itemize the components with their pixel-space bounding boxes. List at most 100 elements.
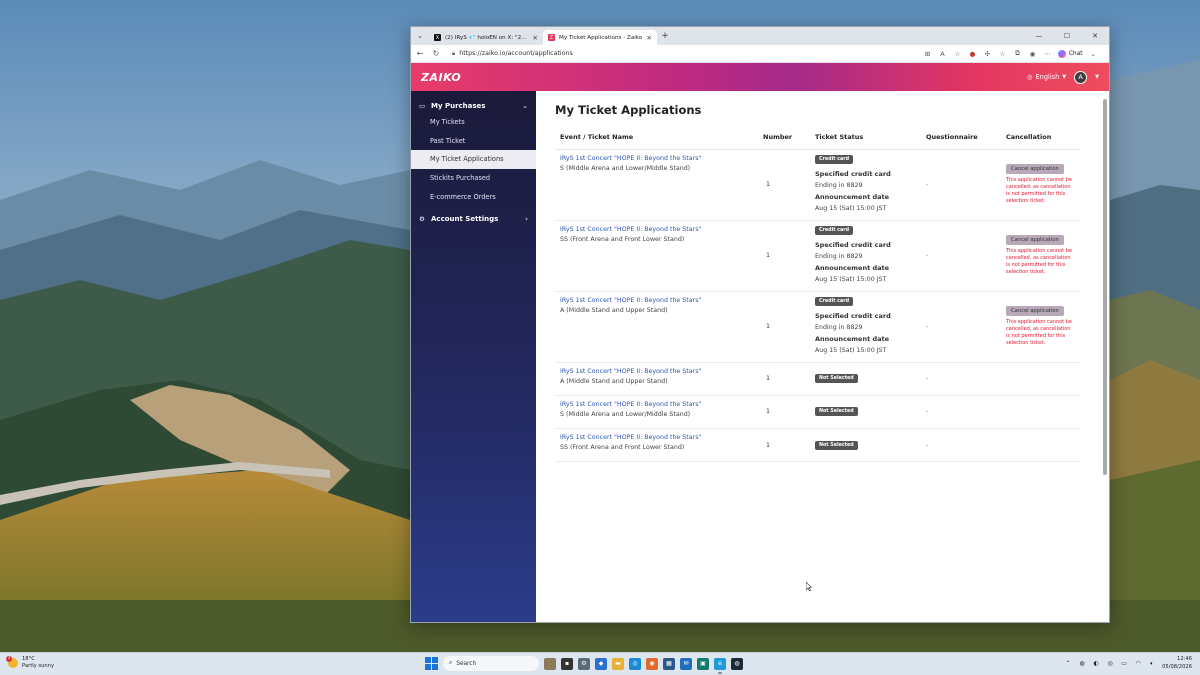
chevron-down-icon[interactable]: ▼	[1095, 74, 1099, 80]
steam-tray-icon[interactable]: ◍	[1078, 660, 1086, 668]
back-icon[interactable]: ←	[415, 49, 425, 58]
event-link[interactable]: IRyS 1st Concert "HOPE II: Beyond the St…	[560, 226, 753, 233]
outlook-icon[interactable]: ✉	[680, 657, 692, 670]
read-aloud-icon[interactable]: A	[938, 49, 947, 58]
questionnaire-value: -	[921, 149, 1001, 221]
firefox-icon[interactable]: ◉	[646, 657, 658, 670]
weather-temp: 18°C	[22, 656, 35, 662]
status-badge: Not Selected	[815, 407, 858, 417]
notification-count: 1	[6, 656, 12, 662]
photos-icon[interactable]: ◆	[595, 657, 607, 670]
ticket-name: SS (Front Arena and Front Lower Stand)	[560, 235, 685, 243]
tab-zaiko-applications[interactable]: Z My Ticket Applications - Zaiko ✕	[543, 30, 657, 45]
clock-date: 05/08/2026	[1162, 663, 1192, 670]
collections-icon[interactable]: ⧉	[1013, 49, 1022, 58]
avatar[interactable]: A	[1074, 70, 1088, 84]
new-tab-icon[interactable]: +	[657, 31, 673, 41]
table-row: IRyS 1st Concert "HOPE II: Beyond the St…	[555, 362, 1080, 396]
favorite-star-icon[interactable]: ☆	[953, 49, 962, 58]
event-link[interactable]: IRyS 1st Concert "HOPE II: Beyond the St…	[560, 155, 753, 162]
cancel-note: This application cannot be cancelled, as…	[1006, 177, 1072, 204]
calculator-icon[interactable]: ▦	[663, 657, 675, 670]
display-icon[interactable]: ▭	[1120, 660, 1128, 668]
profile-icon[interactable]: ◉	[1028, 49, 1037, 58]
zaiko-logo[interactable]: ZAIKO	[421, 71, 461, 84]
tab-actions-menu-icon[interactable]: ⌄	[411, 32, 429, 40]
steam-icon[interactable]: ◍	[731, 657, 743, 670]
sidebar-item-stickits-purchased[interactable]: Stickits Purchased	[411, 169, 536, 188]
tab-title: (2) IRyS 💎 holoEN on X: "2ND RO	[445, 34, 529, 41]
table-row: IRyS 1st Concert "HOPE II: Beyond the St…	[555, 149, 1080, 221]
ticket-name: A (Middle Stand and Upper Stand)	[560, 306, 668, 314]
cancel-application-button[interactable]: Cancel application	[1006, 306, 1064, 316]
ticket-name: S (Middle Arena and Lower/Middle Stand)	[560, 410, 691, 418]
clock-time: 12:46	[1177, 656, 1192, 662]
clock[interactable]: 12:46 05/08/2026	[1162, 656, 1192, 671]
refresh-icon[interactable]: ↻	[431, 49, 441, 58]
sidebar-group-label: My Purchases	[431, 102, 486, 110]
ticket-number: 1	[758, 291, 810, 363]
volume-icon[interactable]: 🔈︎	[1148, 660, 1156, 668]
card-label: Specified credit card	[815, 169, 891, 178]
maximize-icon[interactable]: ☐	[1053, 27, 1081, 45]
event-link[interactable]: IRyS 1st Concert "HOPE II: Beyond the St…	[560, 297, 753, 304]
scrollbar-thumb[interactable]	[1103, 99, 1107, 475]
close-window-icon[interactable]: ✕	[1081, 27, 1109, 45]
copilot-icon	[1058, 49, 1066, 58]
browser-window: ⌄ X (2) IRyS 💎 holoEN on X: "2ND RO ✕ Z …	[410, 26, 1110, 623]
column-header: Cancellation	[1001, 125, 1080, 150]
card-label: Specified credit card	[815, 240, 891, 249]
extensions-puzzle-icon[interactable]: ✣	[983, 49, 992, 58]
copilot-chat-button[interactable]: Chat	[1058, 49, 1083, 58]
favorites-icon[interactable]: ☆	[998, 49, 1007, 58]
sidebar-item-past-ticket[interactable]: Past Ticket	[411, 132, 536, 151]
task-view-icon[interactable]: ▪	[561, 657, 573, 670]
taskbar-apps: ⌕ Search ▪ ⚙ ◆ ▬ ◎ ◉ ▦ ✉ ▣ e ◍	[425, 656, 743, 674]
file-explorer-icon[interactable]: ▬	[612, 657, 624, 670]
card-value: Ending in 8829	[815, 182, 863, 189]
lock-icon: 🔒︎	[452, 49, 456, 57]
sidebar-item-ecommerce-orders[interactable]: E-commerce Orders	[411, 188, 536, 207]
chevron-down-icon: ▼	[1062, 74, 1067, 80]
wifi-icon[interactable]: ◠	[1134, 660, 1142, 668]
sidebar-item-my-ticket-applications[interactable]: My Ticket Applications	[411, 150, 536, 170]
windows-start-icon[interactable]	[425, 657, 438, 670]
extension-icon[interactable]: ●	[968, 49, 977, 58]
status-badge: Not Selected	[815, 374, 858, 384]
minimize-icon[interactable]: —	[1025, 27, 1053, 45]
language-selector[interactable]: ◎ English ▼	[1027, 73, 1066, 81]
event-link[interactable]: IRyS 1st Concert "HOPE II: Beyond the St…	[560, 434, 753, 441]
settings-icon[interactable]: ⚙	[578, 657, 590, 670]
cancel-application-button[interactable]: Cancel application	[1006, 235, 1064, 245]
ticket-number: 1	[758, 149, 810, 221]
close-tab-icon[interactable]: ✕	[647, 34, 652, 42]
close-tab-icon[interactable]: ✕	[533, 34, 538, 42]
event-link[interactable]: IRyS 1st Concert "HOPE II: Beyond the St…	[560, 401, 753, 408]
taskbar-search[interactable]: ⌕ Search	[443, 656, 539, 671]
edge-tray-icon[interactable]: ◎	[1106, 660, 1114, 668]
sidebar-group-account-settings[interactable]: ⚙ Account Settings ›	[411, 210, 536, 228]
sidebar-item-my-tickets[interactable]: My Tickets	[411, 113, 536, 132]
vertical-scrollbar[interactable]	[1103, 91, 1107, 621]
ticket-name: A (Middle Stand and Upper Stand)	[560, 377, 668, 385]
event-link[interactable]: IRyS 1st Concert "HOPE II: Beyond the St…	[560, 368, 753, 375]
cancel-application-button[interactable]: Cancel application	[1006, 164, 1064, 174]
edge-icon[interactable]: e	[714, 657, 726, 674]
weather-widget[interactable]: 1 18°C Partly sunny	[6, 656, 54, 670]
sidebar: ▭ My Purchases ⌄ My Tickets Past Ticket …	[411, 91, 536, 622]
app-header: ZAIKO ◎ English ▼ A ▼	[411, 63, 1109, 91]
chevron-down-icon[interactable]: ⌄	[1089, 49, 1098, 58]
announcement-label: Announcement date	[815, 263, 890, 272]
chrome-icon[interactable]: ◎	[629, 657, 641, 670]
card-label: Specified credit card	[815, 311, 891, 320]
network-tray-icon[interactable]: ◐	[1092, 660, 1100, 668]
sidebar-group-my-purchases[interactable]: ▭ My Purchases ⌄	[411, 99, 536, 113]
show-hidden-icons-icon[interactable]: ⌃	[1064, 660, 1072, 668]
more-menu-icon[interactable]: ⋯	[1043, 49, 1052, 58]
app-available-icon[interactable]: ⊞	[923, 49, 932, 58]
store-icon[interactable]: ▣	[697, 657, 709, 670]
tab-x-irys[interactable]: X (2) IRyS 💎 holoEN on X: "2ND RO ✕	[429, 30, 543, 45]
url-field[interactable]: 🔒︎ https://zaiko.io/account/applications	[447, 47, 917, 60]
search-highlight-icon[interactable]	[544, 657, 556, 670]
table-row: IRyS 1st Concert "HOPE II: Beyond the St…	[555, 291, 1080, 363]
